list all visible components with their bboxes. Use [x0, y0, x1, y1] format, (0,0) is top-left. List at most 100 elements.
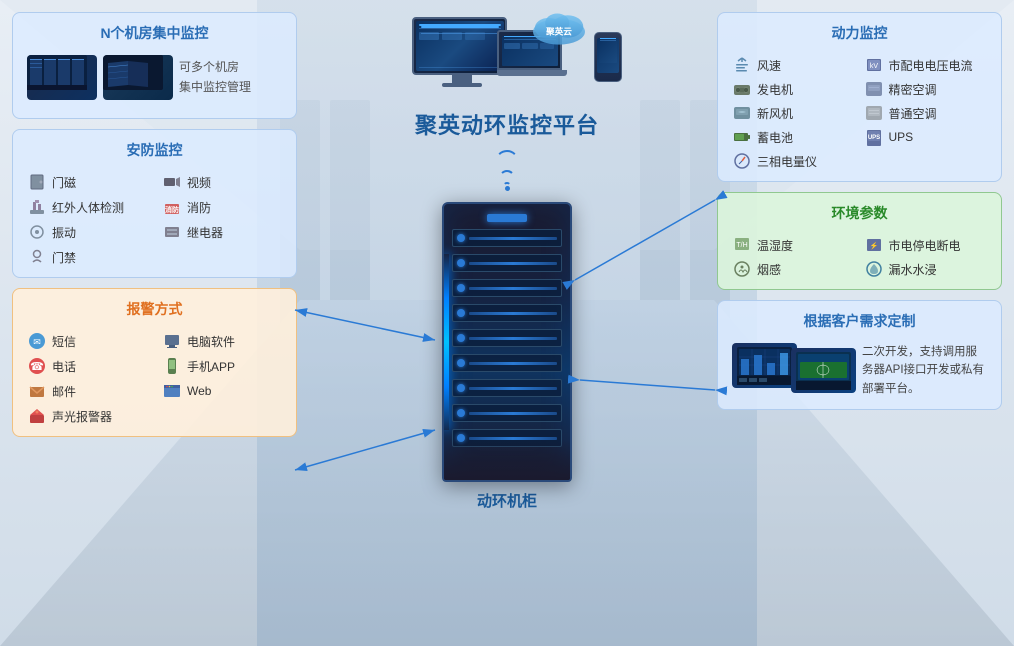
phone-call-label: 电话: [52, 358, 76, 375]
security-item-fire: 消防 消防: [162, 197, 282, 217]
custom-images: [732, 343, 856, 393]
alert-item-alarm: 声光报警器: [27, 406, 147, 426]
fire-label: 消防: [187, 199, 211, 216]
unit-bar-9: [469, 437, 557, 440]
datacenter-image-1: [27, 55, 97, 100]
cabinet-label: 动环机柜: [477, 490, 537, 511]
web-label: Web: [187, 384, 211, 398]
cloud-shape: 聚英云: [524, 4, 594, 49]
unit-bar-5: [469, 337, 557, 340]
power-panel: 动力监控 风速: [717, 12, 1002, 182]
relay-label: 继电器: [187, 224, 223, 241]
relay-icon: [162, 222, 182, 242]
smoke-icon: [732, 259, 752, 279]
phone-screen: [597, 38, 619, 73]
fire-icon: 消防: [162, 197, 182, 217]
svg-text:✉: ✉: [33, 337, 41, 347]
generator-icon: [732, 79, 752, 99]
svg-text:kV: kV: [869, 63, 878, 70]
cabinet-unit-5: [452, 329, 562, 347]
wind-label: 风速: [757, 57, 781, 74]
alert-items: ✉ 短信 电脑软件 ☎ 电话: [27, 331, 282, 426]
phone-device: [594, 32, 622, 82]
security-panel: 安防监控 门磁 视频 红外: [12, 129, 297, 278]
devices-area: 聚英云: [392, 12, 622, 102]
datacenter-image-2: [103, 55, 173, 100]
custom-description: 二次开发，支持调用服务器API接口开发或私有部署平台。: [862, 343, 987, 398]
unit-bar-2: [469, 262, 557, 265]
fresh-air-icon: [732, 103, 752, 123]
cabinet-blue-light: [444, 254, 449, 430]
access-label: 门禁: [52, 249, 76, 266]
env-panel: 环境参数 T/H 温湿度 ⚡ 市电停电断电: [717, 192, 1002, 290]
power-item-battery: 蓄电池: [732, 127, 856, 147]
ups-label: UPS: [889, 130, 914, 144]
door-magnetic-icon: [27, 172, 47, 192]
laptop-base: [497, 70, 567, 76]
datacenter-images: 可多个机房 集中监控管理: [27, 55, 282, 100]
platform-title: 聚英动环监控平台: [415, 108, 599, 140]
alert-item-web: Web: [162, 381, 282, 401]
email-icon: [27, 381, 47, 401]
cabinet-unit-2: [452, 254, 562, 272]
alert-title: 报警方式: [27, 299, 282, 323]
alert-panel: 报警方式 ✉ 短信 电脑软件 ☎: [12, 288, 297, 437]
infrared-label: 红外人体检测: [52, 199, 124, 216]
right-column: 动力监控 风速: [717, 12, 1002, 634]
cabinet-area: 动环机柜: [442, 202, 572, 634]
datacenter-panel: N个机房集中监控: [12, 12, 297, 119]
email-label: 邮件: [52, 383, 76, 400]
power-item-elec: kV 市配电电压电流: [864, 55, 988, 75]
security-title: 安防监控: [27, 140, 282, 164]
sms-label: 短信: [52, 333, 76, 350]
battery-icon: [732, 127, 752, 147]
power-item-wind: 风速: [732, 55, 856, 75]
unit-bar-7: [469, 387, 557, 390]
cabinet-unit-3: [452, 279, 562, 297]
custom-content: 二次开发，支持调用服务器API接口开发或私有部署平台。: [732, 343, 987, 399]
cloud-svg: 聚英云: [524, 4, 594, 49]
temp-icon: T/H: [732, 235, 752, 255]
normal-ac-icon: [864, 103, 884, 123]
svg-text:T/H: T/H: [736, 242, 747, 249]
env-item-temp: T/H 温湿度: [732, 235, 856, 255]
app-label: 手机APP: [187, 358, 235, 375]
battery-label: 蓄电池: [757, 129, 793, 146]
datacenter-description: 可多个机房 集中监控管理: [179, 55, 251, 100]
vibration-icon: [27, 222, 47, 242]
env-item-water: 漏水水浸: [864, 259, 988, 279]
video-label: 视频: [187, 174, 211, 191]
precision-ac-icon: [864, 79, 884, 99]
power-cut-icon: ⚡: [864, 235, 884, 255]
cabinet-img: [442, 202, 572, 482]
unit-bar-4: [469, 312, 557, 315]
alarm-label: 声光报警器: [52, 408, 112, 425]
smoke-label: 烟感: [757, 261, 781, 278]
env-title: 环境参数: [732, 203, 987, 227]
center-top: 聚英云 聚英动环监控平台: [392, 12, 622, 197]
pc-label: 电脑软件: [187, 333, 235, 350]
meter-label: 三相电量仪: [757, 153, 817, 170]
custom-img-2: [791, 348, 856, 393]
wifi-signal: [495, 150, 519, 193]
security-item-video: 视频: [162, 172, 282, 192]
wind-icon: [732, 55, 752, 75]
security-item-vibration: 振动: [27, 222, 147, 242]
elec-icon: kV: [864, 55, 884, 75]
cabinet-unit-6: [452, 354, 562, 372]
env-item-smoke: 烟感: [732, 259, 856, 279]
alert-item-app: 手机APP: [162, 356, 282, 376]
power-item-precision-ac: 精密空调: [864, 79, 988, 99]
phone-body: [594, 32, 622, 82]
power-item-normal-ac: 普通空调: [864, 103, 988, 123]
custom-title: 根据客户需求定制: [732, 311, 987, 335]
cabinet-unit-9: [452, 429, 562, 447]
sms-icon: ✉: [27, 331, 47, 351]
app-icon: [162, 356, 182, 376]
water-label: 漏水水浸: [889, 261, 937, 278]
security-item-infrared: 红外人体检测: [27, 197, 147, 217]
cabinet-unit-7: [452, 379, 562, 397]
wifi-dot: [505, 186, 510, 191]
main-container: N个机房集中监控: [0, 0, 1014, 646]
env-items: T/H 温湿度 ⚡ 市电停电断电 烟感: [732, 235, 987, 279]
